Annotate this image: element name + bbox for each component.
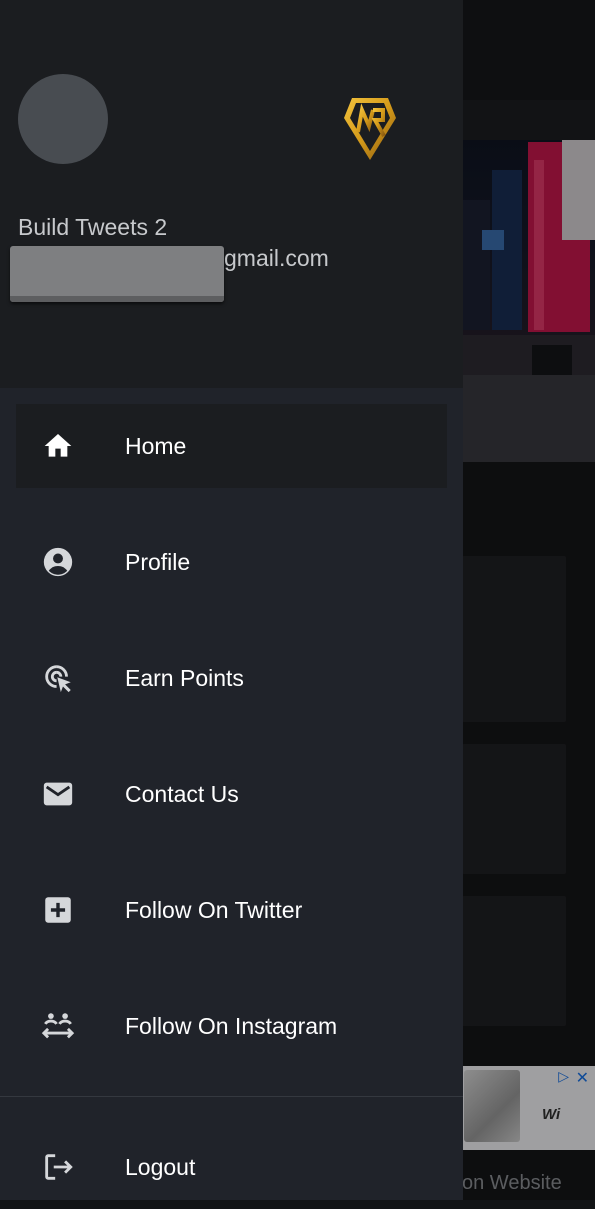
menu-item-logout[interactable]: Logout	[16, 1125, 447, 1209]
menu-item-follow-twitter[interactable]: Follow On Twitter	[16, 868, 447, 952]
menu-item-follow-instagram[interactable]: Follow On Instagram	[16, 984, 447, 1068]
account-circle-icon	[40, 544, 76, 580]
mail-icon	[40, 776, 76, 812]
menu-item-label: Follow On Twitter	[125, 896, 303, 923]
navigation-drawer: Build Tweets 2 gmail.com Home Profile Ea…	[0, 0, 463, 1200]
menu-item-profile[interactable]: Profile	[16, 520, 447, 604]
menu-item-label: Logout	[125, 1153, 196, 1180]
menu-item-label: Profile	[125, 548, 191, 575]
user-name: Build Tweets 2	[18, 214, 168, 240]
user-email: gmail.com	[224, 245, 329, 271]
menu-item-label: Contact Us	[125, 780, 239, 807]
group-follow-icon	[40, 1008, 76, 1044]
menu-item-label: Earn Points	[125, 664, 244, 691]
drawer-header: Build Tweets 2 gmail.com	[0, 0, 463, 388]
menu-item-home[interactable]: Home	[16, 404, 447, 488]
logout-icon	[40, 1149, 76, 1185]
menu-item-earn-points[interactable]: Earn Points	[16, 636, 447, 720]
home-icon	[40, 428, 76, 464]
menu-item-contact-us[interactable]: Contact Us	[16, 752, 447, 836]
menu-item-label: Follow On Instagram	[125, 1012, 338, 1039]
ads-click-icon	[40, 660, 76, 696]
brand-logo	[344, 98, 396, 160]
menu-item-label: Home	[125, 432, 187, 459]
redacted-email-box	[10, 246, 224, 302]
add-box-icon	[40, 892, 76, 928]
menu-divider	[0, 1096, 463, 1097]
avatar	[18, 74, 108, 164]
